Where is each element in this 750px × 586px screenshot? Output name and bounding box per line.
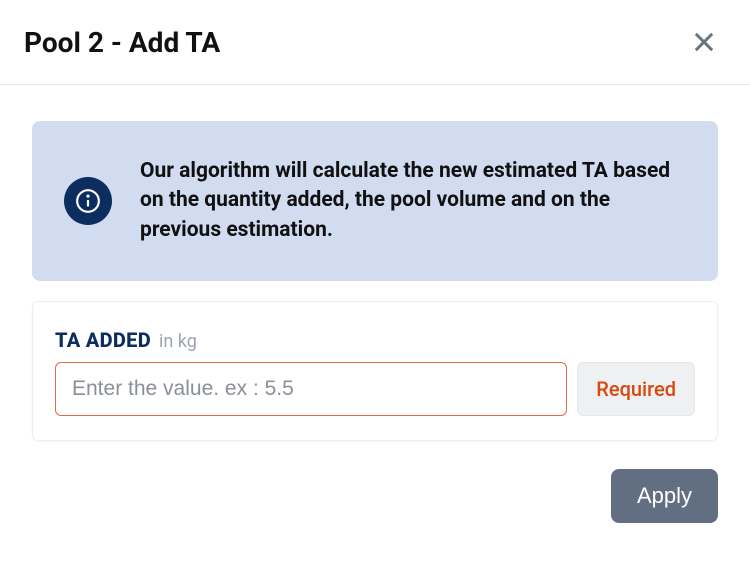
- close-icon: [690, 28, 718, 56]
- ta-added-label: TA ADDED: [55, 328, 151, 352]
- ta-added-unit: in kg: [159, 331, 197, 352]
- info-icon: [64, 177, 112, 225]
- form-card: TA ADDED in kg Required: [32, 301, 718, 441]
- info-box: Our algorithm will calculate the new est…: [32, 121, 718, 281]
- dialog-body: Our algorithm will calculate the new est…: [0, 85, 750, 441]
- ta-value-input[interactable]: [55, 362, 567, 416]
- close-button[interactable]: [686, 24, 722, 60]
- add-ta-dialog: Pool 2 - Add TA Our algorithm will calcu…: [0, 0, 750, 586]
- apply-button[interactable]: Apply: [611, 469, 718, 523]
- dialog-title: Pool 2 - Add TA: [24, 26, 220, 59]
- dialog-footer: Apply: [0, 441, 750, 523]
- form-label-row: TA ADDED in kg: [55, 328, 695, 352]
- input-row: Required: [55, 362, 695, 416]
- info-text: Our algorithm will calculate the new est…: [140, 157, 686, 245]
- required-badge: Required: [577, 362, 695, 416]
- dialog-header: Pool 2 - Add TA: [0, 0, 750, 85]
